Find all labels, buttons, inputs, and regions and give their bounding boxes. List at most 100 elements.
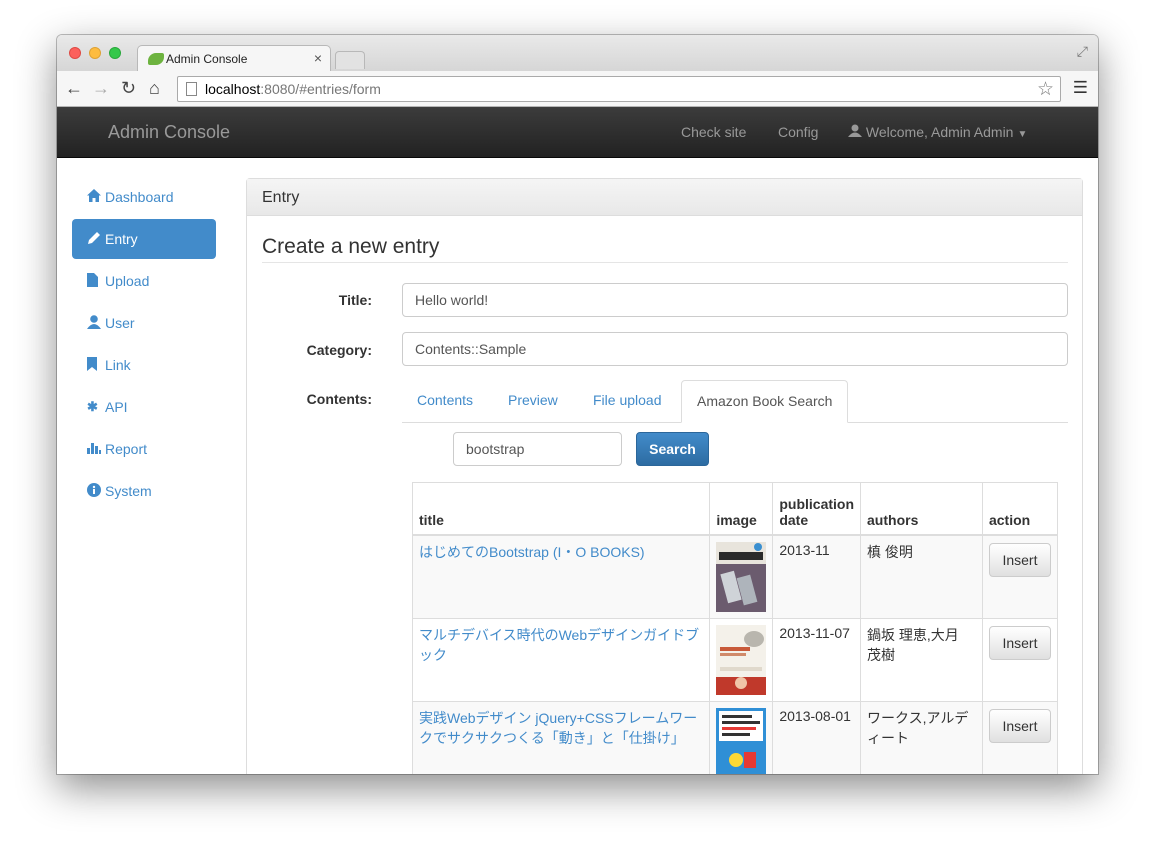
table-header-row: title image publication date authors act…: [411, 482, 1059, 536]
contents-label: Contents:: [306, 391, 372, 407]
browser-window: Admin Console × ⤢ ← → ↻ ⌂ localhost:8080…: [57, 35, 1098, 774]
form-legend: Create a new entry: [262, 235, 1068, 263]
panel-heading: Entry: [247, 179, 1082, 216]
category-label: Category:: [306, 342, 372, 358]
sidebar-item-label: Report: [105, 441, 148, 457]
header-image: image: [709, 482, 774, 536]
reload-icon[interactable]: ↻: [121, 78, 136, 98]
sidebar-item-label: Link: [105, 357, 131, 373]
sidebar-item-entry[interactable]: Entry: [72, 219, 216, 259]
category-input[interactable]: [402, 332, 1068, 366]
sidebar-item-dashboard[interactable]: Dashboard: [72, 177, 216, 217]
fullscreen-icon[interactable]: ⤢: [1077, 43, 1088, 60]
table-row: 実践Webデザイン jQuery+CSSフレームワークでサクサクつくる「動き」と…: [411, 700, 1059, 775]
url-host: localhost: [205, 81, 261, 97]
bookmark-icon: [87, 356, 105, 374]
book-date-cell: 2013-11: [772, 534, 862, 619]
new-tab-button[interactable]: [335, 51, 365, 69]
url-path: :8080/#entries/form: [260, 81, 381, 97]
book-title-cell: マルチデバイス時代のWebデザインガイドブック: [411, 617, 711, 702]
user-icon: [87, 314, 105, 332]
sidebar-item-label: API: [105, 399, 128, 415]
header-action: action: [981, 482, 1059, 536]
user-menu[interactable]: Welcome, Admin Admin ▼: [848, 124, 1027, 140]
book-cover-image[interactable]: [716, 707, 767, 775]
tab-file-upload[interactable]: File upload: [578, 380, 677, 423]
sidebar-item-link[interactable]: Link: [72, 345, 216, 385]
sidebar-item-system[interactable]: System: [72, 471, 216, 511]
header-authors: authors: [860, 482, 983, 536]
title-input[interactable]: [402, 283, 1068, 317]
book-cover-image[interactable]: [716, 624, 767, 695]
config-link[interactable]: Config: [778, 124, 818, 140]
tab-title: Admin Console: [166, 52, 248, 66]
table-row: はじめてのBootstrap (I・O BOOKS) 2013-11 槙 俊明: [411, 534, 1059, 619]
tab-contents[interactable]: Contents: [402, 380, 488, 423]
sidebar-item-user[interactable]: User: [72, 303, 216, 343]
tab-close-icon[interactable]: ×: [314, 50, 322, 66]
url-text: localhost:8080/#entries/form: [205, 81, 381, 97]
check-site-link[interactable]: Check site: [681, 124, 746, 140]
file-icon: [87, 272, 105, 290]
book-action-cell: Insert: [981, 534, 1059, 619]
insert-button[interactable]: Insert: [988, 708, 1051, 743]
book-search-input[interactable]: [453, 432, 622, 466]
insert-button[interactable]: Insert: [988, 542, 1051, 577]
header-publication-date: publication date: [772, 482, 862, 536]
asterisk-icon: ✱: [87, 399, 98, 414]
home-icon[interactable]: ⌂: [149, 78, 160, 98]
book-authors-cell: 鍋坂 理恵,大月 茂樹: [860, 617, 983, 702]
sidebar-item-label: Dashboard: [105, 189, 174, 205]
window-maximize-button[interactable]: [109, 47, 121, 59]
leaf-icon: [148, 53, 164, 65]
address-bar[interactable]: localhost:8080/#entries/form ☆: [177, 76, 1061, 102]
book-date-cell: 2013-08-01: [772, 700, 862, 774]
header-title: title: [411, 482, 711, 536]
contents-tabs: Contents Preview File upload Amazon Book…: [402, 380, 1068, 423]
caret-down-icon: ▼: [1017, 129, 1028, 140]
search-button[interactable]: Search: [636, 432, 709, 466]
tab-preview[interactable]: Preview: [493, 380, 573, 423]
window-close-button[interactable]: [69, 47, 81, 59]
info-icon: [87, 482, 105, 500]
book-title-link[interactable]: マルチデバイス時代のWebデザインガイドブック: [419, 627, 699, 663]
sidebar-item-report[interactable]: Report: [72, 429, 216, 469]
book-action-cell: Insert: [981, 617, 1059, 702]
page-icon: [186, 82, 197, 96]
sidebar-item-label: Entry: [105, 231, 138, 247]
book-date-cell: 2013-11-07: [772, 617, 862, 702]
window-minimize-button[interactable]: [89, 47, 101, 59]
book-action-cell: Insert: [981, 700, 1059, 774]
home-icon: [87, 189, 105, 205]
browser-tab[interactable]: Admin Console ×: [137, 45, 331, 72]
user-menu-label: Welcome, Admin Admin: [865, 124, 1014, 140]
stats-icon: [87, 441, 105, 457]
table-row: マルチデバイス時代のWebデザインガイドブック 2013-11-07 鍋坂 理恵…: [411, 617, 1059, 702]
book-title-link[interactable]: はじめてのBootstrap (I・O BOOKS): [419, 544, 645, 560]
title-bar: Admin Console × ⤢: [57, 35, 1098, 72]
entry-panel: Entry Create a new entry Title: Category…: [246, 178, 1083, 774]
menu-icon[interactable]: ☰: [1073, 78, 1088, 98]
book-title-link[interactable]: 実践Webデザイン jQuery+CSSフレームワークでサクサクつくる「動き」と…: [419, 710, 697, 746]
sidebar-item-api[interactable]: ✱ API: [72, 387, 216, 427]
sidebar-item-upload[interactable]: Upload: [72, 261, 216, 301]
book-image-cell: [709, 534, 774, 619]
book-results-table: title image publication date authors act…: [411, 482, 1059, 775]
tab-amazon-book-search[interactable]: Amazon Book Search: [681, 380, 849, 423]
user-icon: [848, 124, 862, 137]
back-icon[interactable]: ←: [65, 78, 83, 98]
book-cover-image[interactable]: [716, 541, 767, 612]
book-image-cell: [709, 617, 774, 702]
pencil-icon: [87, 231, 105, 248]
insert-button[interactable]: Insert: [988, 625, 1051, 660]
sidebar-item-label: Upload: [105, 273, 150, 289]
star-icon[interactable]: ☆: [1037, 78, 1054, 101]
book-authors-cell: 槙 俊明: [860, 534, 983, 619]
brand-link[interactable]: Admin Console: [108, 122, 230, 143]
browser-toolbar: ← → ↻ ⌂ localhost:8080/#entries/form ☆ ☰: [57, 71, 1098, 107]
sidebar-item-label: User: [105, 315, 135, 331]
sidebar: Dashboard Entry Upload User Link ✱ API R…: [72, 177, 216, 513]
app-navbar: Admin Console Check site Config Welcome,…: [57, 107, 1098, 158]
forward-icon[interactable]: →: [92, 78, 110, 98]
sidebar-item-label: System: [105, 483, 152, 499]
